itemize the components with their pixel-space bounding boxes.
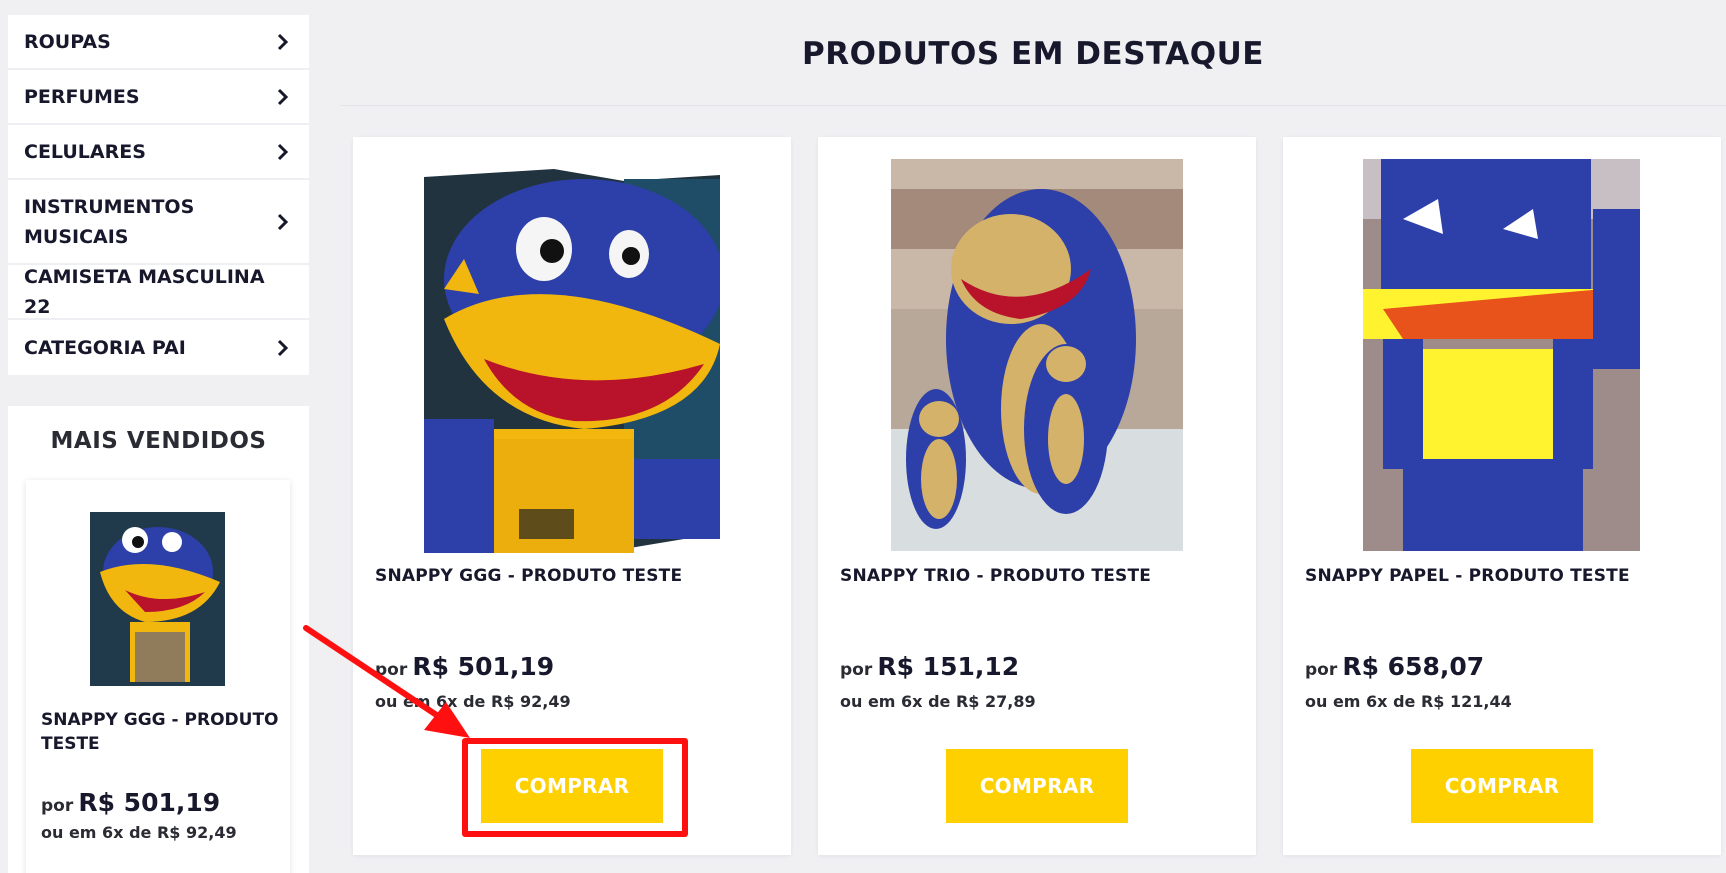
category-item-camiseta-masculina-22[interactable]: CAMISETA MASCULINA 22 <box>8 265 309 320</box>
product-installments: ou em 6x de R$ 92,49 <box>375 692 571 711</box>
price-value: R$ 658,07 <box>1342 652 1485 681</box>
price-value: R$ 501,19 <box>78 788 221 817</box>
chevron-right-icon <box>273 142 293 162</box>
product-image-snappy-ggg[interactable] <box>90 512 225 686</box>
category-label: ROUPAS <box>24 30 111 53</box>
buy-button[interactable]: COMPRAR <box>1411 749 1593 823</box>
category-item-categoria-pai[interactable]: CATEGORIA PAI <box>8 320 309 375</box>
category-menu: ROUPAS PERFUMES CELULARES INSTRUMENTOS M… <box>8 15 309 375</box>
product-name[interactable]: SNAPPY GGG - PRODUTO TESTE <box>41 708 281 756</box>
product-card: SNAPPY GGG - PRODUTO TESTE por R$ 501,19… <box>353 137 791 855</box>
category-label: CAMISETA MASCULINA 22 <box>24 265 265 318</box>
chevron-right-icon <box>273 212 293 232</box>
buy-button[interactable]: COMPRAR <box>946 749 1128 823</box>
category-label: PERFUMES <box>24 85 140 108</box>
price-value: R$ 151,12 <box>877 652 1020 681</box>
product-image-snappy-ggg[interactable] <box>424 159 720 553</box>
chevron-right-icon <box>273 87 293 107</box>
price-prefix: por <box>1305 660 1338 680</box>
product-installments: ou em 6x de R$ 92,49 <box>41 823 237 842</box>
chevron-right-icon <box>273 32 293 52</box>
product-name[interactable]: SNAPPY TRIO - PRODUTO TESTE <box>840 566 1151 586</box>
product-card: SNAPPY PAPEL - PRODUTO TESTE por R$ 658,… <box>1283 137 1721 855</box>
category-item-celulares[interactable]: CELULARES <box>8 125 309 180</box>
price-prefix: por <box>41 796 74 816</box>
chevron-right-icon <box>273 338 293 358</box>
product-card: SNAPPY TRIO - PRODUTO TESTE por R$ 151,1… <box>818 137 1256 855</box>
price-value: R$ 501,19 <box>412 652 555 681</box>
category-label: INSTRUMENTOS MUSICAIS <box>24 195 195 248</box>
product-price: por R$ 501,19 <box>41 788 220 817</box>
page-title: PRODUTOS EM DESTAQUE <box>802 36 1264 72</box>
product-image-snappy-papel[interactable] <box>1363 159 1640 551</box>
price-prefix: por <box>375 660 408 680</box>
product-price: por R$ 501,19 <box>375 652 554 681</box>
category-item-instrumentos-musicais[interactable]: INSTRUMENTOS MUSICAIS <box>8 180 309 265</box>
product-installments: ou em 6x de R$ 121,44 <box>1305 692 1512 711</box>
product-name[interactable]: SNAPPY GGG - PRODUTO TESTE <box>375 566 682 586</box>
product-installments: ou em 6x de R$ 27,89 <box>840 692 1036 711</box>
product-image-snappy-trio[interactable] <box>891 159 1183 551</box>
price-prefix: por <box>840 660 873 680</box>
category-label: CELULARES <box>24 140 146 163</box>
buy-button[interactable]: COMPRAR <box>481 749 663 823</box>
category-item-roupas[interactable]: ROUPAS <box>8 15 309 70</box>
product-price: por R$ 658,07 <box>1305 652 1484 681</box>
title-divider <box>340 105 1726 106</box>
best-sellers-section: MAIS VENDIDOS SNAPPY GGG - PRODUTO TESTE… <box>8 406 309 873</box>
best-seller-card[interactable]: SNAPPY GGG - PRODUTO TESTE por R$ 501,19… <box>26 480 290 873</box>
product-price: por R$ 151,12 <box>840 652 1019 681</box>
category-label: CATEGORIA PAI <box>24 336 186 359</box>
best-sellers-title: MAIS VENDIDOS <box>50 428 267 454</box>
product-name[interactable]: SNAPPY PAPEL - PRODUTO TESTE <box>1305 566 1630 586</box>
category-item-perfumes[interactable]: PERFUMES <box>8 70 309 125</box>
